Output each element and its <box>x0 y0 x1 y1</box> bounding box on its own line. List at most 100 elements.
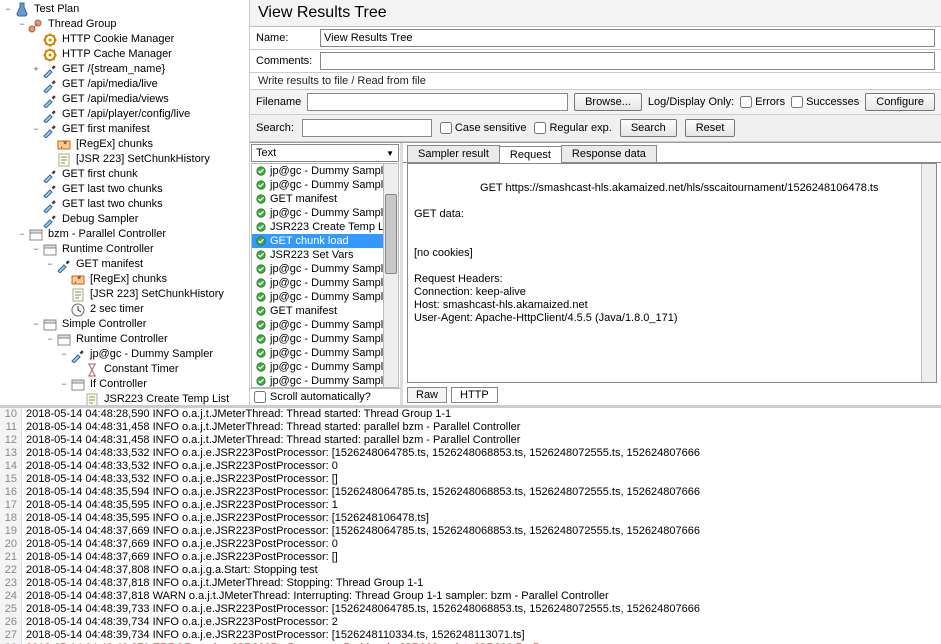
tree-item[interactable]: 2 sec timer <box>2 302 247 317</box>
regex-checkbox[interactable] <box>534 122 546 134</box>
result-item[interactable]: jp@gc - Dummy Sampler <box>252 360 383 374</box>
case-sensitive-checkbox[interactable] <box>440 122 452 134</box>
box-icon <box>42 318 58 332</box>
tree-item[interactable]: Debug Sampler <box>2 212 247 227</box>
expand-icon[interactable]: + <box>30 62 42 77</box>
result-label: jp@gc - Dummy Sampler <box>270 277 383 289</box>
tree-item[interactable]: GET last two chunks <box>2 182 247 197</box>
comments-input[interactable] <box>320 52 935 70</box>
expand-icon[interactable]: − <box>30 317 42 332</box>
tree-item[interactable]: GET last two chunks <box>2 197 247 212</box>
success-icon <box>256 250 266 260</box>
log-line: 2018-05-14 04:48:37,818 INFO o.a.j.t.JMe… <box>26 577 941 590</box>
tree-item[interactable]: −Runtime Controller <box>2 242 247 257</box>
result-item[interactable]: jp@gc - Dummy Sampler <box>252 332 383 346</box>
result-item[interactable]: JSR223 Set Vars <box>252 248 383 262</box>
box-icon <box>28 228 44 242</box>
tree-item[interactable]: −If Controller <box>2 377 247 392</box>
tree-item[interactable]: .*[RegEx] chunks <box>2 272 247 287</box>
tree-item[interactable]: [JSR 223] SetChunkHistory <box>2 152 247 167</box>
expand-icon[interactable]: − <box>30 242 42 257</box>
tree-item[interactable]: −Thread Group <box>2 17 247 32</box>
scroll-auto-checkbox[interactable] <box>254 391 266 403</box>
name-input[interactable] <box>320 29 935 47</box>
successes-checkbox[interactable] <box>791 96 803 108</box>
success-icon <box>256 292 266 302</box>
tab-request[interactable]: Request <box>499 146 562 163</box>
expand-icon[interactable]: − <box>58 347 70 362</box>
tree-item[interactable]: − bzm - Parallel Controller <box>2 227 247 242</box>
expand-icon[interactable]: − <box>16 227 28 242</box>
log-line: 2018-05-14 04:48:39,733 INFO o.a.j.e.JSR… <box>26 603 941 616</box>
success-icon <box>256 334 266 344</box>
errors-checkbox[interactable] <box>740 96 752 108</box>
tab-sampler-result[interactable]: Sampler result <box>407 145 500 162</box>
raw-toggle[interactable]: Raw <box>407 387 447 403</box>
tree-item[interactable]: GET /api/player/config/live <box>2 107 247 122</box>
dropper-icon <box>42 123 58 137</box>
expand-icon[interactable]: − <box>44 332 56 347</box>
result-item[interactable]: jp@gc - Dummy Sampler <box>252 374 383 387</box>
tree-item[interactable]: −jp@gc - Dummy Sampler <box>2 347 247 362</box>
scroll-auto-label: Scroll automatically? <box>270 391 371 403</box>
browse-button[interactable]: Browse... <box>574 93 642 111</box>
result-item[interactable]: jp@gc - Dummy Sampler <box>252 290 383 304</box>
result-item[interactable]: jp@gc - Dummy Sampler <box>252 318 383 332</box>
tree-item[interactable]: JSR223 Create Temp List <box>2 392 247 405</box>
name-label: Name: <box>256 32 320 44</box>
expand-icon[interactable]: − <box>44 257 56 272</box>
tree-item[interactable]: HTTP Cookie Manager <box>2 32 247 47</box>
result-item[interactable]: jp@gc - Dummy Sampler <box>252 164 383 178</box>
results-list: jp@gc - Dummy Samplerjp@gc - Dummy Sampl… <box>251 163 399 388</box>
dropper-icon <box>42 78 58 92</box>
result-item[interactable]: jp@gc - Dummy Sampler <box>252 262 383 276</box>
tree-root[interactable]: − Test Plan <box>2 2 247 17</box>
tree-item[interactable]: Constant Timer <box>2 362 247 377</box>
tree-item[interactable]: HTTP Cache Manager <box>2 47 247 62</box>
result-item[interactable]: GET manifest <box>252 192 383 206</box>
tree-item[interactable]: GET /api/media/live <box>2 77 247 92</box>
tree-item-label: GET /api/player/config/live <box>60 107 192 122</box>
result-item[interactable]: GET chunk load <box>252 234 383 248</box>
tree-item[interactable]: GET /api/media/views <box>2 92 247 107</box>
search-input[interactable] <box>302 119 432 137</box>
expand-icon[interactable]: − <box>16 17 28 32</box>
http-toggle[interactable]: HTTP <box>451 387 498 403</box>
log-line: 2018-05-14 04:48:35,595 INFO o.a.j.e.JSR… <box>26 499 941 512</box>
tree-item[interactable]: .*[RegEx] chunks <box>2 137 247 152</box>
clock-icon <box>70 303 86 317</box>
result-item[interactable]: jp@gc - Dummy Sampler <box>252 276 383 290</box>
tree-item[interactable]: − Runtime Controller <box>2 332 247 347</box>
tree-item-label: [RegEx] chunks <box>74 137 155 152</box>
tree-item[interactable]: −Simple Controller <box>2 317 247 332</box>
filename-input[interactable] <box>307 93 568 111</box>
search-button[interactable]: Search <box>620 119 677 137</box>
logdisplay-label: Log/Display Only: <box>648 96 734 108</box>
dropper-icon <box>42 108 58 122</box>
tree-item[interactable]: −GET manifest <box>2 257 247 272</box>
scroll-icon <box>70 288 86 302</box>
result-item[interactable]: JSR223 Create Temp List <box>252 220 383 234</box>
tree-item[interactable]: −GET first manifest <box>2 122 247 137</box>
tab-response-data[interactable]: Response data <box>561 145 657 162</box>
configure-button[interactable]: Configure <box>865 93 935 111</box>
result-label: jp@gc - Dummy Sampler <box>270 207 383 219</box>
result-item[interactable]: jp@gc - Dummy Sampler <box>252 346 383 360</box>
renderer-dropdown[interactable]: Text ▼ <box>251 144 399 162</box>
reset-button[interactable]: Reset <box>685 119 736 137</box>
tree-item-label: Runtime Controller <box>74 332 170 347</box>
result-label: GET manifest <box>270 193 337 205</box>
result-item[interactable]: jp@gc - Dummy Sampler <box>252 178 383 192</box>
tree-item-label: bzm - Parallel Controller <box>46 227 168 242</box>
tree-item[interactable]: +GET /{stream_name} <box>2 62 247 77</box>
result-item[interactable]: GET manifest <box>252 304 383 318</box>
dropper-icon <box>42 198 58 212</box>
scrollbar[interactable] <box>383 164 398 387</box>
expand-icon[interactable]: − <box>2 2 14 17</box>
expand-icon[interactable]: − <box>58 377 70 392</box>
tree-item[interactable]: [JSR 223] SetChunkHistory <box>2 287 247 302</box>
scrollbar[interactable] <box>921 164 936 382</box>
result-item[interactable]: jp@gc - Dummy Sampler <box>252 206 383 220</box>
expand-icon[interactable]: − <box>30 122 42 137</box>
tree-item[interactable]: GET first chunk <box>2 167 247 182</box>
